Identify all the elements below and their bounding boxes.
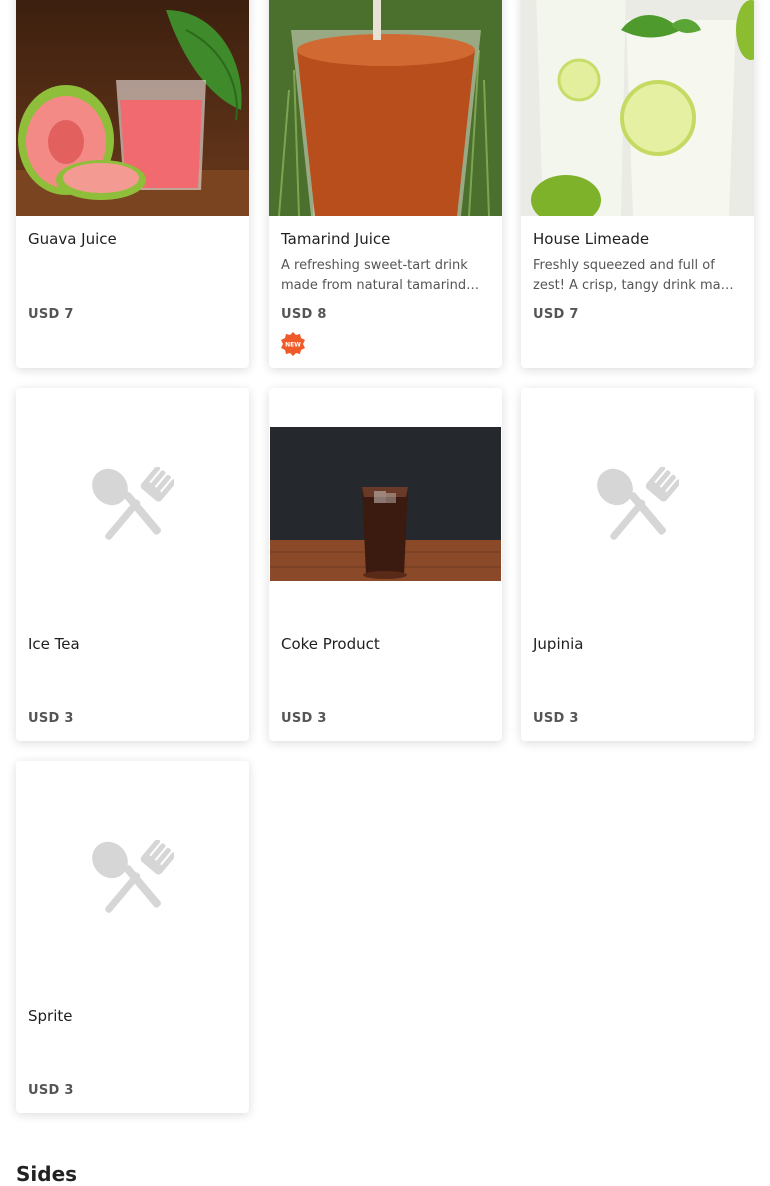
menu-item-price: USD 3 <box>28 711 74 726</box>
menu-item-card-sprite[interactable]: Sprite USD 3 <box>16 761 249 1113</box>
menu-item-card-tamarind-juice[interactable]: Tamarind Juice A refreshing sweet-tart d… <box>269 0 502 368</box>
placeholder-image <box>521 388 754 620</box>
menu-item-name: Jupinia <box>533 635 584 653</box>
menu-item-price: USD 7 <box>533 307 579 322</box>
guava-juice-image <box>16 0 249 216</box>
limeade-image <box>521 0 754 216</box>
svg-text:NEW: NEW <box>285 342 301 349</box>
menu-item-card-jupinia[interactable]: Jupinia USD 3 <box>521 388 754 741</box>
menu-item-price: USD 3 <box>281 711 327 726</box>
menu-item-description: Freshly squeezed and full of zest! A cri… <box>533 258 737 293</box>
utensils-icon <box>91 840 174 913</box>
menu-item-card-ice-tea[interactable]: Ice Tea USD 3 <box>16 388 249 741</box>
menu-item-name: Coke Product <box>281 635 380 653</box>
new-badge-icon: NEW <box>281 332 305 356</box>
menu-item-card-coke-product[interactable]: Coke Product USD 3 <box>269 388 502 741</box>
menu-item-name: Tamarind Juice <box>281 230 391 248</box>
menu-item-name: Guava Juice <box>28 230 117 248</box>
tamarind-juice-image <box>269 0 502 216</box>
placeholder-image <box>16 761 249 993</box>
menu-item-name: Sprite <box>28 1007 73 1025</box>
menu-item-price: USD 8 <box>281 307 327 322</box>
menu-item-card-house-limeade[interactable]: House Limeade Freshly squeezed and full … <box>521 0 754 368</box>
menu-item-price: USD 7 <box>28 307 74 322</box>
menu-item-card-guava-juice[interactable]: Guava Juice USD 7 <box>16 0 249 368</box>
section-title-sides: Sides <box>16 1162 78 1186</box>
utensils-icon <box>91 467 174 540</box>
menu-item-name: Ice Tea <box>28 635 80 653</box>
menu-item-price: USD 3 <box>28 1083 74 1098</box>
menu-item-price: USD 3 <box>533 711 579 726</box>
coke-product-image <box>269 388 502 620</box>
menu-item-description: A refreshing sweet-tart drink made from … <box>281 258 468 293</box>
menu-item-name: House Limeade <box>533 230 650 248</box>
utensils-icon <box>596 467 679 540</box>
placeholder-image <box>16 388 249 620</box>
